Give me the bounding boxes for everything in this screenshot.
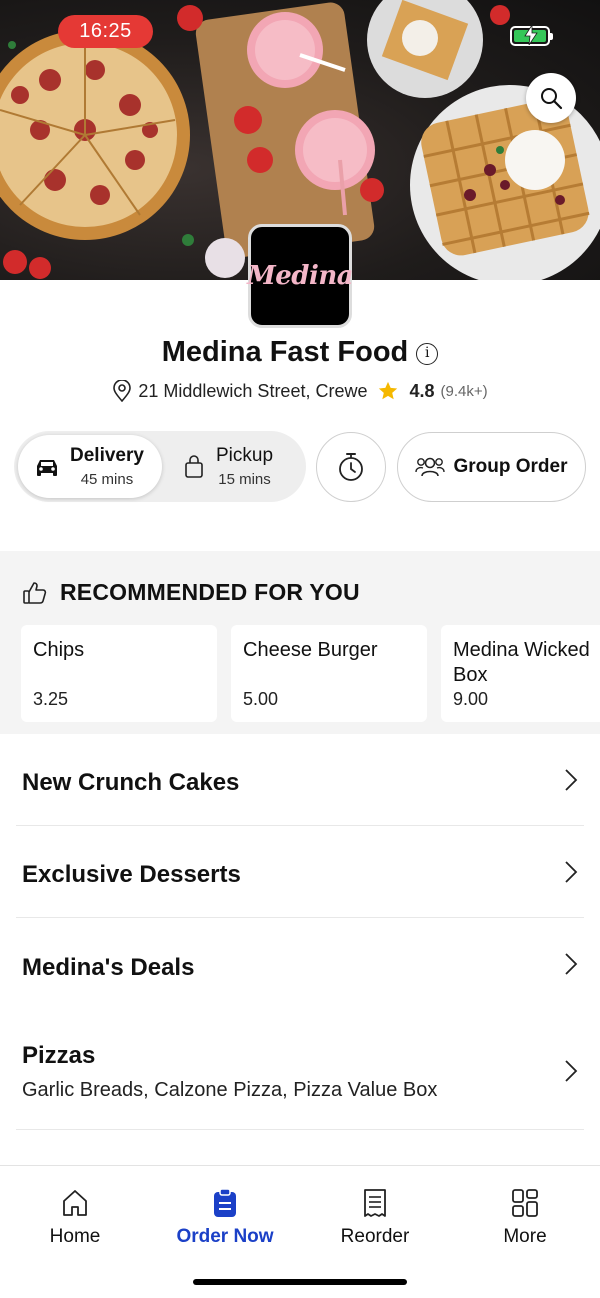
tab-reorder-label: Reorder bbox=[340, 1226, 410, 1247]
store-address: 21 Middlewich Street, Crewe bbox=[138, 380, 368, 401]
stopwatch-icon bbox=[339, 453, 363, 481]
menu-category-row[interactable]: Exclusive Desserts bbox=[16, 826, 584, 918]
chevron-right-icon bbox=[565, 769, 578, 791]
search-icon bbox=[541, 88, 563, 110]
tab-home[interactable]: Home bbox=[0, 1188, 150, 1248]
group-people-icon bbox=[415, 457, 446, 477]
recommended-card[interactable]: Cheese Burger 5.00 bbox=[231, 625, 427, 722]
store-name-row: Medina Fast Food i bbox=[0, 336, 600, 369]
status-time: 16:25 bbox=[58, 15, 153, 48]
order-clipboard-icon bbox=[214, 1188, 236, 1217]
menu-category-subtitle: Garlic Breads, Calzone Pizza, Pizza Valu… bbox=[22, 1079, 438, 1101]
recommended-item-price: 3.25 bbox=[33, 689, 69, 709]
shopping-bag-icon bbox=[185, 454, 203, 478]
delivery-label: Delivery bbox=[70, 445, 144, 466]
tab-more[interactable]: More bbox=[450, 1188, 600, 1248]
store-rating-count: (9.4k+) bbox=[440, 382, 488, 400]
schedule-button[interactable] bbox=[316, 432, 386, 502]
grid-icon bbox=[512, 1189, 538, 1217]
store-address-row: 21 Middlewich Street, Crewe 4.8 (9.4k+) bbox=[0, 380, 600, 402]
recommended-card[interactable]: Chips 3.25 bbox=[21, 625, 217, 722]
recommended-title: RECOMMENDED FOR YOU bbox=[60, 579, 360, 605]
delivery-option[interactable]: Delivery 45 mins bbox=[18, 435, 162, 498]
location-pin-icon bbox=[113, 380, 132, 402]
home-icon bbox=[63, 1190, 87, 1216]
store-name: Medina Fast Food bbox=[161, 336, 409, 368]
recommended-item-price: 9.00 bbox=[453, 689, 489, 709]
recommended-card[interactable]: Medina Wicked Box 9.00 bbox=[441, 625, 600, 722]
menu-category-title: Medina's Deals bbox=[22, 954, 195, 981]
search-button[interactable] bbox=[526, 73, 576, 123]
recommended-carousel[interactable]: Chips 3.25 Cheese Burger 5.00 Medina Wic… bbox=[21, 625, 600, 722]
info-icon[interactable]: i bbox=[416, 343, 439, 365]
pickup-option[interactable]: Pickup 15 mins bbox=[184, 435, 302, 498]
recommended-item-name: Chips bbox=[33, 639, 85, 661]
recommended-header: RECOMMENDED FOR YOU bbox=[22, 579, 360, 606]
tab-reorder[interactable]: Reorder bbox=[300, 1188, 450, 1248]
menu-category-title: Exclusive Desserts bbox=[22, 861, 241, 888]
menu-category-title: New Crunch Cakes bbox=[22, 769, 240, 796]
star-icon bbox=[379, 381, 398, 400]
battery-icon bbox=[510, 25, 553, 46]
pickup-time: 15 mins bbox=[218, 471, 271, 488]
menu-category-row[interactable]: Pizzas Garlic Breads, Calzone Pizza, Piz… bbox=[16, 1014, 584, 1130]
tab-order-now[interactable]: Order Now bbox=[150, 1188, 300, 1248]
chevron-right-icon bbox=[565, 861, 578, 883]
chevron-right-icon bbox=[565, 1060, 578, 1082]
tab-order-now-label: Order Now bbox=[176, 1226, 274, 1247]
recommended-item-name: Cheese Burger bbox=[243, 639, 378, 661]
store-logo-text: Medina bbox=[246, 261, 354, 291]
group-order-label: Group Order bbox=[453, 456, 568, 477]
chevron-right-icon bbox=[565, 953, 578, 975]
menu-category-row[interactable]: New Crunch Cakes bbox=[16, 734, 584, 826]
store-logo: Medina bbox=[246, 224, 354, 328]
receipt-icon bbox=[364, 1189, 386, 1217]
group-order-button[interactable]: Group Order bbox=[397, 432, 586, 502]
thumbs-up-icon bbox=[23, 581, 47, 604]
recommended-item-name: Medina Wicked Box bbox=[453, 639, 590, 686]
tab-more-label: More bbox=[503, 1226, 547, 1247]
order-mode-toggle: Delivery 45 mins Pickup 15 mins bbox=[14, 431, 306, 502]
store-rating: 4.8 bbox=[409, 380, 435, 401]
recommended-section: RECOMMENDED FOR YOU Chips 3.25 Cheese Bu… bbox=[0, 551, 600, 734]
delivery-time: 45 mins bbox=[80, 471, 134, 488]
home-indicator bbox=[193, 1279, 407, 1285]
menu-category-row[interactable]: Medina's Deals bbox=[16, 918, 584, 1014]
tab-home-label: Home bbox=[49, 1226, 101, 1247]
pickup-label: Pickup bbox=[216, 445, 274, 466]
recommended-item-price: 5.00 bbox=[243, 689, 279, 709]
car-icon bbox=[37, 459, 57, 476]
menu-category-title: Pizzas bbox=[22, 1042, 96, 1069]
